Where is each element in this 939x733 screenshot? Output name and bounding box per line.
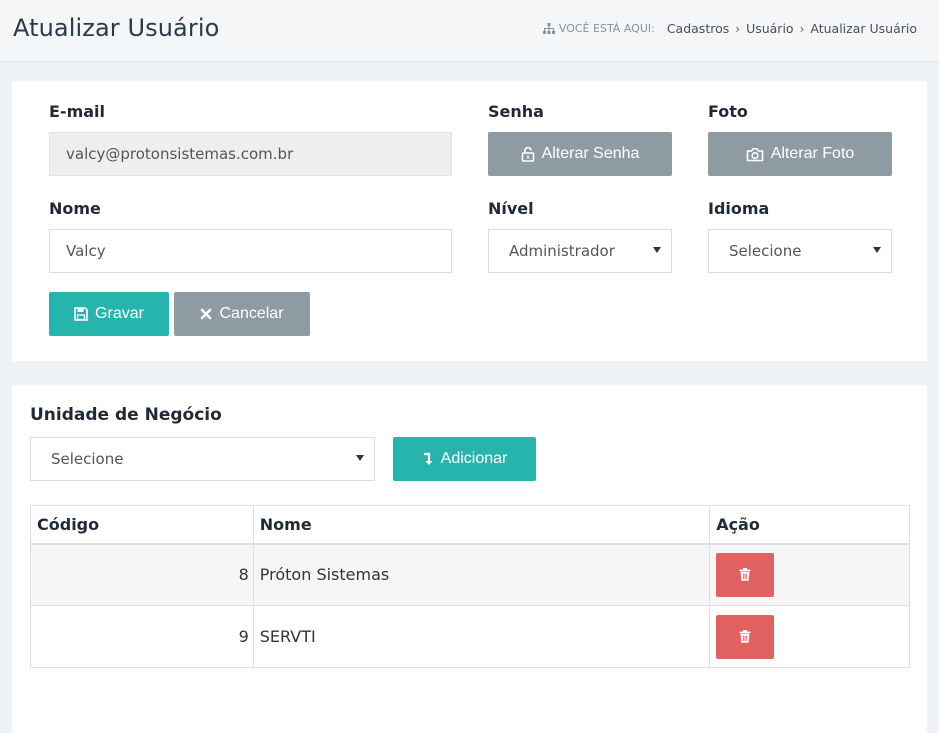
idioma-select[interactable]: Selecione [708, 229, 892, 273]
level-down-icon [423, 452, 433, 465]
breadcrumb-item-atualizar-usuario: Atualizar Usuário [810, 21, 917, 36]
adicionar-label: Adicionar [440, 450, 508, 467]
breadcrumb: VOCÊ ESTÁ AQUI: Cadastros › Usuário › At… [542, 21, 917, 36]
alterar-senha-label: Alterar Senha [541, 145, 640, 162]
nivel-label: Nível [488, 199, 534, 218]
breadcrumb-prefix: VOCÊ ESTÁ AQUI: [558, 22, 655, 35]
save-icon [74, 307, 88, 321]
cell-codigo: 9 [30, 605, 254, 668]
nome-field[interactable]: Valcy [49, 229, 452, 273]
trash-icon [739, 630, 751, 643]
cell-acao [709, 543, 910, 606]
delete-button[interactable] [716, 614, 775, 659]
page-title: Atualizar Usuário [13, 14, 220, 42]
alterar-senha-button[interactable]: Alterar Senha [488, 132, 672, 176]
chevron-right-icon: › [735, 21, 741, 36]
trash-icon [739, 568, 751, 582]
cancelar-button[interactable]: Cancelar [174, 292, 310, 336]
cell-acao [709, 605, 910, 668]
email-field[interactable]: valcy@protonsistemas.com.br [49, 132, 452, 176]
business-unit-table: Código Nome Ação 8 Próton Sistemas 9 SER… [30, 505, 910, 668]
caret-down-icon [653, 247, 661, 253]
cell-codigo: 8 [30, 543, 254, 606]
close-icon [201, 308, 212, 320]
alterar-foto-label: Alterar Foto [770, 145, 855, 162]
alterar-foto-button[interactable]: Alterar Foto [708, 132, 892, 176]
unlock-icon [521, 146, 534, 162]
camera-icon [746, 147, 764, 161]
adicionar-button[interactable]: Adicionar [393, 437, 536, 481]
senha-label: Senha [488, 102, 544, 121]
idioma-select-value: Selecione [729, 242, 802, 260]
unidade-negocio-select[interactable]: Selecione [30, 437, 375, 481]
caret-down-icon [873, 247, 881, 253]
cancelar-label: Cancelar [219, 305, 284, 322]
unidade-negocio-label: Unidade de Negócio [30, 405, 222, 425]
gravar-label: Gravar [95, 305, 144, 322]
sitemap-icon [542, 23, 555, 34]
column-header-nome[interactable]: Nome [252, 505, 711, 545]
nivel-select-value: Administrador [509, 242, 615, 260]
column-header-codigo[interactable]: Código [30, 505, 254, 545]
page-header: Atualizar Usuário VOCÊ ESTÁ AQUI: Cadast… [0, 0, 939, 62]
column-header-acao: Ação [709, 505, 910, 545]
unidade-negocio-select-value: Selecione [51, 450, 124, 468]
nome-label: Nome [49, 199, 101, 218]
gravar-button[interactable]: Gravar [49, 292, 169, 336]
cell-nome: SERVTI [252, 605, 711, 668]
caret-down-icon [356, 455, 364, 461]
cell-nome: Próton Sistemas [252, 543, 711, 606]
breadcrumb-item-cadastros[interactable]: Cadastros [667, 21, 729, 36]
table-row: 9 SERVTI [30, 605, 910, 668]
chevron-right-icon: › [799, 21, 805, 36]
table-header-row: Código Nome Ação [30, 505, 910, 545]
idioma-label: Idioma [708, 199, 770, 218]
table-row: 8 Próton Sistemas [30, 543, 910, 606]
delete-button[interactable] [716, 552, 775, 597]
breadcrumb-item-usuario[interactable]: Usuário [746, 21, 794, 36]
email-label: E-mail [49, 102, 106, 121]
foto-label: Foto [708, 102, 748, 121]
nivel-select[interactable]: Administrador [488, 229, 672, 273]
